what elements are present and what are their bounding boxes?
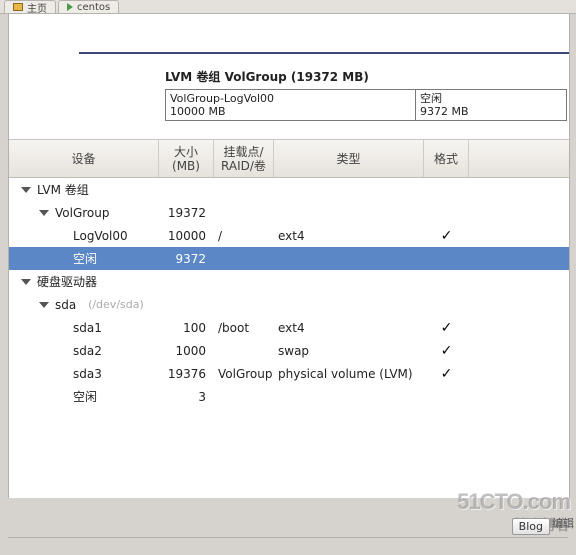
size-cell: 100 [159, 320, 214, 336]
tab-strip: 主页 centos [0, 0, 576, 14]
tab-label: 主页 [27, 0, 47, 15]
dev-label: LogVol00 [73, 229, 128, 243]
type-cell: swap [274, 343, 424, 359]
table-row[interactable]: sda3 19376 VolGroup physical volume (LVM… [9, 362, 569, 385]
status-bar [8, 537, 568, 551]
table-blank [9, 408, 569, 498]
dev-label: sda3 [73, 367, 102, 381]
table-header: 设备 大小 (MB) 挂载点/ RAID/卷 类型 格式 [9, 140, 569, 178]
vg-segment-logvol[interactable]: VolGroup-LogVol00 10000 MB [166, 90, 416, 120]
mount-cell: VolGroup [214, 366, 274, 382]
dev-label: LVM 卷组 [37, 181, 89, 198]
chevron-down-icon[interactable] [39, 210, 49, 216]
table-row[interactable]: 空闲 3 [9, 385, 569, 408]
dev-label: 空闲 [73, 388, 97, 405]
edit-label: 编辑 [552, 515, 574, 531]
table-row[interactable]: LVM 卷组 [9, 178, 569, 201]
dev-label: 空闲 [73, 250, 97, 267]
size-cell: 3 [159, 389, 214, 405]
check-icon: ✓ [441, 343, 453, 359]
table-row[interactable]: sda (/dev/sda) [9, 293, 569, 316]
folder-icon [13, 3, 23, 11]
vg-usage-bar: VolGroup-LogVol00 10000 MB 空闲 9372 MB [165, 89, 567, 121]
size-cell: 1000 [159, 343, 214, 359]
table-row[interactable]: sda1 100 /boot ext4 ✓ [9, 316, 569, 339]
play-icon [67, 3, 73, 11]
table-row[interactable]: sda2 1000 swap ✓ [9, 339, 569, 362]
type-cell: physical volume (LVM) [274, 366, 424, 382]
dev-label: 硬盘驱动器 [37, 273, 97, 290]
blog-button[interactable]: Blog [512, 518, 550, 535]
watermark-text: 51CTO.com [457, 489, 570, 515]
page-content: LVM 卷组 VolGroup (19372 MB) VolGroup-LogV… [8, 14, 570, 498]
tab-centos[interactable]: centos [58, 0, 119, 13]
table-row[interactable]: LogVol00 10000 / ext4 ✓ [9, 224, 569, 247]
vg-title: LVM 卷组 VolGroup (19372 MB) [165, 68, 561, 85]
type-cell: ext4 [274, 320, 424, 336]
size-cell: 19376 [159, 366, 214, 382]
tab-home[interactable]: 主页 [4, 0, 56, 13]
vg-seg-name: 空闲 [420, 92, 562, 105]
chevron-down-icon[interactable] [21, 279, 31, 285]
dev-label: sda1 [73, 321, 102, 335]
vg-segment-free[interactable]: 空闲 9372 MB [416, 90, 566, 120]
dev-path: (/dev/sda) [88, 298, 144, 311]
table-row[interactable]: 硬盘驱动器 [9, 270, 569, 293]
check-icon: ✓ [441, 366, 453, 382]
size-cell: 10000 [159, 228, 214, 244]
col-format[interactable]: 格式 [424, 140, 469, 177]
col-size[interactable]: 大小 (MB) [159, 140, 214, 177]
size-cell: 9372 [159, 251, 214, 267]
type-cell: ext4 [274, 228, 424, 244]
dev-label: sda [55, 298, 76, 312]
vg-seg-name: VolGroup-LogVol00 [170, 92, 411, 105]
partition-table: 设备 大小 (MB) 挂载点/ RAID/卷 类型 格式 LVM 卷组 VolG… [9, 139, 569, 498]
vg-seg-size: 9372 MB [420, 105, 562, 118]
chevron-down-icon[interactable] [21, 187, 31, 193]
check-icon: ✓ [441, 228, 453, 244]
check-icon: ✓ [441, 320, 453, 336]
header-bar [79, 14, 569, 54]
vg-seg-size: 10000 MB [170, 105, 411, 118]
mount-cell: /boot [214, 320, 274, 336]
table-row[interactable]: VolGroup 19372 [9, 201, 569, 224]
vg-panel: LVM 卷组 VolGroup (19372 MB) VolGroup-LogV… [157, 62, 569, 131]
col-type[interactable]: 类型 [274, 140, 424, 177]
dev-label: VolGroup [55, 206, 110, 220]
chevron-down-icon[interactable] [39, 302, 49, 308]
mount-cell: / [214, 228, 274, 244]
dev-label: sda2 [73, 344, 102, 358]
col-mount[interactable]: 挂载点/ RAID/卷 [214, 140, 274, 177]
size-cell: 19372 [159, 205, 214, 221]
col-device[interactable]: 设备 [9, 140, 159, 177]
table-row-selected[interactable]: 空闲 9372 [9, 247, 569, 270]
tab-label: centos [77, 2, 110, 13]
col-extra [469, 140, 509, 177]
